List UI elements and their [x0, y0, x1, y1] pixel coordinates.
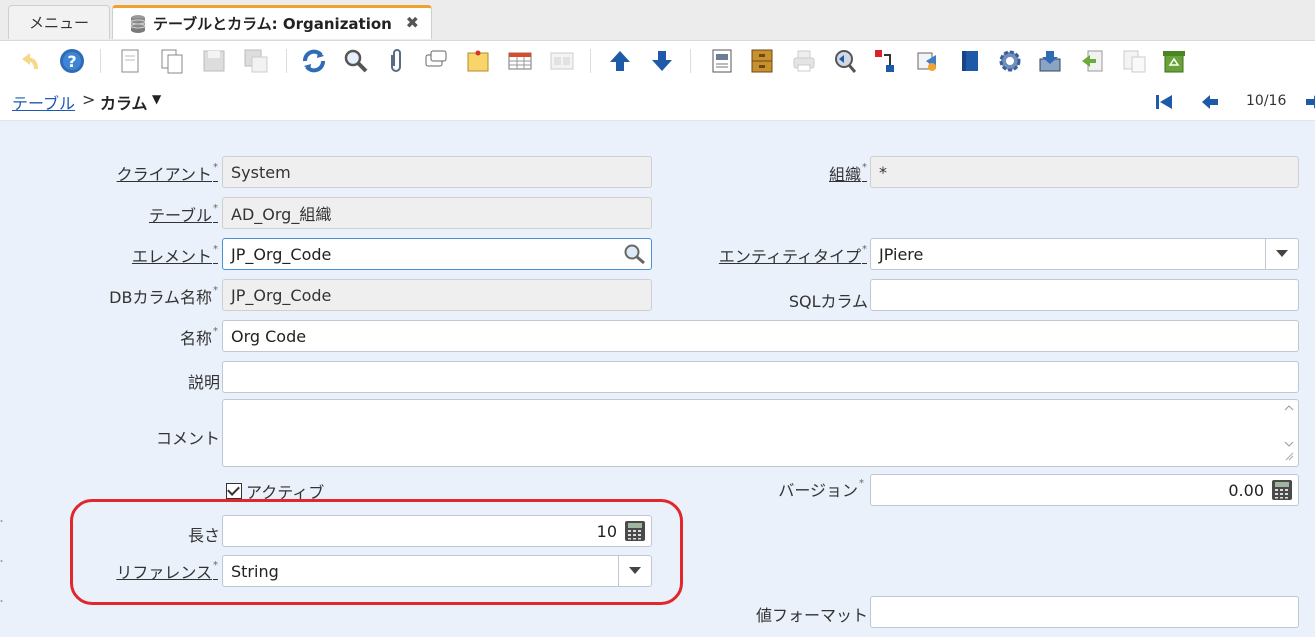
detail-icon[interactable]: [546, 45, 578, 77]
version-label: バージョン*: [778, 477, 864, 500]
entity-type-label[interactable]: エンティティタイプ*: [719, 243, 867, 267]
table-field: AD_Org_組織: [222, 197, 652, 229]
breadcrumb: テーブル > カラム ▼ 10/16: [0, 84, 1315, 121]
import-icon[interactable]: [1076, 45, 1108, 77]
tab-menu[interactable]: メニュー: [8, 5, 110, 39]
new-record-icon[interactable]: [114, 45, 146, 77]
save-new-icon[interactable]: [240, 45, 272, 77]
entity-type-select[interactable]: JPiere: [870, 238, 1299, 270]
refresh-icon[interactable]: [298, 45, 330, 77]
splitter-grip[interactable]: [0, 511, 4, 611]
attachment-icon[interactable]: [380, 45, 412, 77]
element-field[interactable]: JP_Org_Code: [222, 238, 652, 270]
undo-icon[interactable]: [12, 45, 44, 77]
database-icon: [130, 14, 146, 33]
zoom-across-icon[interactable]: [828, 45, 860, 77]
recycle-icon[interactable]: [1158, 45, 1190, 77]
search-icon[interactable]: [623, 243, 647, 265]
name-field[interactable]: Org Code: [222, 320, 1299, 352]
record-pager: 10/16: [1246, 93, 1287, 109]
grid-toggle-icon[interactable]: [504, 45, 536, 77]
previous-record-arrow-icon[interactable]: [604, 45, 636, 77]
checkbox-checked-icon[interactable]: [226, 483, 242, 499]
breadcrumb-separator: >: [82, 90, 96, 109]
comment-label: コメント: [155, 429, 220, 448]
product-info-icon[interactable]: [912, 45, 944, 77]
version-field[interactable]: 0.00: [870, 474, 1299, 506]
calculator-icon[interactable]: [1270, 479, 1294, 501]
table-label[interactable]: テーブル*: [149, 202, 218, 226]
name-label: 名称*: [179, 325, 218, 348]
chevron-down-icon[interactable]: [1265, 239, 1298, 269]
sql-column-field[interactable]: [870, 279, 1299, 311]
chevron-down-icon[interactable]: ▼: [152, 92, 161, 106]
process-icon[interactable]: [994, 45, 1026, 77]
org-field: *: [870, 156, 1299, 188]
report-icon[interactable]: [706, 45, 738, 77]
request-icon[interactable]: [870, 45, 902, 77]
textarea-scrollbar[interactable]: [1284, 404, 1294, 462]
sql-column-label: SQLカラム: [788, 292, 868, 311]
highlight-annotation: [70, 499, 683, 605]
export-icon[interactable]: [1034, 45, 1066, 77]
element-label[interactable]: エレメント*: [132, 243, 218, 267]
tab-menu-label: メニュー: [28, 14, 89, 32]
toolbar: ?: [0, 41, 1315, 83]
comment-textarea[interactable]: [222, 399, 1299, 467]
save-icon[interactable]: [198, 45, 230, 77]
workflow-icon[interactable]: [954, 45, 986, 77]
chat-icon[interactable]: [420, 45, 452, 77]
breadcrumb-parent-link[interactable]: テーブル: [12, 90, 75, 114]
window-tab-bar: メニュー テーブルとカラム: Organization ✖: [0, 0, 1315, 41]
copy-record-icon[interactable]: [156, 45, 188, 77]
db-column-field: JP_Org_Code: [222, 279, 652, 311]
archive-icon[interactable]: [746, 45, 778, 77]
print-icon[interactable]: [788, 45, 820, 77]
tab-table-column[interactable]: テーブルとカラム: Organization ✖: [112, 5, 432, 39]
description-field[interactable]: [222, 361, 1299, 393]
next-record-icon[interactable]: [1306, 92, 1315, 112]
org-label[interactable]: 組織*: [829, 161, 867, 185]
tab-table-column-label: テーブルとカラム: Organization: [153, 15, 392, 33]
help-icon[interactable]: ?: [56, 45, 88, 77]
svg-text:?: ?: [67, 52, 76, 71]
copy-details-icon[interactable]: [1118, 45, 1150, 77]
client-field: System: [222, 156, 652, 188]
db-column-label: DBカラム名称*: [109, 284, 218, 307]
next-record-arrow-icon[interactable]: [646, 45, 678, 77]
find-icon[interactable]: [340, 45, 372, 77]
previous-record-icon[interactable]: [1200, 92, 1220, 112]
first-record-icon[interactable]: [1154, 92, 1174, 112]
value-format-label: 値フォーマット: [755, 606, 868, 625]
breadcrumb-current[interactable]: カラム: [100, 90, 148, 114]
close-icon[interactable]: ✖: [406, 13, 419, 32]
value-format-field[interactable]: [870, 596, 1299, 628]
description-label: 説明: [187, 373, 220, 392]
client-label[interactable]: クライアント*: [117, 161, 218, 185]
postit-icon[interactable]: [462, 45, 494, 77]
